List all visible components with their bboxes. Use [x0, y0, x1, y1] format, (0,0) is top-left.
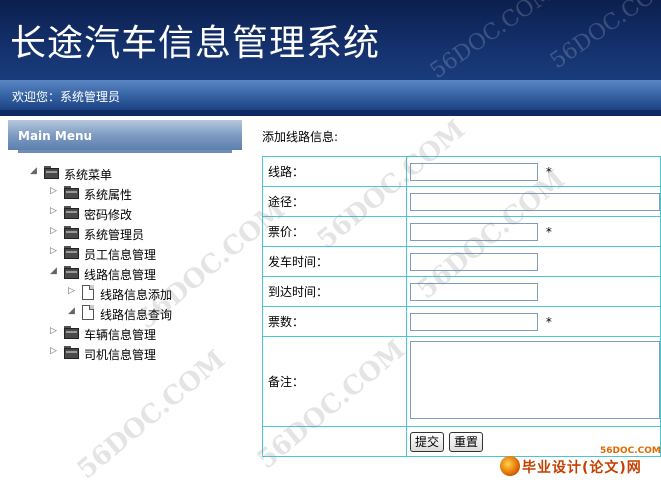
tree-label: 司机信息管理: [84, 348, 157, 362]
welcome-bar: 欢迎您：系统管理员: [0, 80, 661, 110]
folder-icon: [64, 226, 80, 239]
tree-label: 线路信息查询: [100, 308, 173, 322]
tree-label: 系统管理员: [84, 228, 145, 242]
depart-time-input[interactable]: [410, 252, 538, 271]
collapsed-arrow-icon[interactable]: ▷: [50, 206, 60, 218]
divider: [18, 150, 232, 153]
remark-textarea[interactable]: [410, 341, 660, 419]
arrive-time-input[interactable]: [410, 282, 538, 301]
field-cell: [406, 186, 661, 217]
expanded-arrow-icon[interactable]: ◢: [68, 306, 78, 318]
form-row: 线路： *: [262, 156, 661, 187]
collapsed-arrow-icon[interactable]: ▷: [68, 286, 78, 298]
field-cell: *: [406, 156, 661, 187]
folder-icon: [64, 186, 80, 199]
welcome-text: 欢迎您：系统管理员: [12, 90, 121, 104]
main-menu-title: Main Menu: [18, 129, 93, 143]
tickets-input[interactable]: [410, 312, 538, 331]
form-title: 添加线路信息:: [262, 130, 339, 144]
globe-icon: [500, 456, 520, 476]
main-menu-header: Main Menu: [8, 120, 242, 150]
via-input[interactable]: [410, 192, 660, 211]
header-banner: 长途汽车信息管理系统 56DOC.COM 56DOC.COM: [0, 0, 661, 80]
main-menu: Main Menu ◢ 系统菜单 ▷ 系统属性 ▷ 密码修改 ▷ 系统管理员 ▷…: [8, 120, 242, 480]
tree-label: 系统属性: [84, 188, 133, 202]
tree-label: 线路信息管理: [84, 268, 157, 282]
collapsed-arrow-icon[interactable]: ▷: [50, 246, 60, 258]
form-row: 票数： *: [262, 306, 661, 337]
folder-icon: [44, 166, 60, 179]
field-cell: [406, 246, 661, 277]
field-cell: [406, 336, 661, 427]
field-cell: [406, 276, 661, 307]
collapsed-arrow-icon[interactable]: ▷: [50, 326, 60, 338]
app-title: 长途汽车信息管理系统: [10, 23, 381, 64]
logo-text: 毕业设计(论文)网: [522, 460, 642, 476]
expanded-arrow-icon[interactable]: ◢: [50, 266, 60, 278]
collapsed-arrow-icon[interactable]: ▷: [50, 186, 60, 198]
form-row: 途径：: [262, 186, 661, 217]
header-watermark: 56DOC.COM: [425, 0, 559, 80]
form-row: 发车时间：: [262, 246, 661, 277]
field-cell: *: [406, 306, 661, 337]
folder-icon: [64, 326, 80, 339]
field-label: 途径：: [262, 186, 407, 217]
content-panel: 添加线路信息: 线路： * 途径： 票价： * 发车时间： 到达时间： 票数： …: [252, 118, 661, 480]
route-input[interactable]: [410, 162, 538, 181]
required-mark: *: [545, 224, 552, 239]
tree-label: 密码修改: [84, 208, 133, 222]
collapsed-arrow-icon[interactable]: ▷: [50, 346, 60, 358]
reset-button[interactable]: 重置: [449, 431, 484, 452]
empty-cell: [262, 426, 407, 457]
header-watermark: 56DOC.COM: [545, 0, 661, 75]
logo-site: 56DOC.COM: [600, 446, 661, 456]
submit-button[interactable]: 提交: [410, 431, 445, 452]
required-mark: *: [545, 314, 552, 329]
field-label: 备注：: [262, 336, 407, 427]
tree-label: 车辆信息管理: [84, 328, 157, 342]
folder-icon: [64, 266, 80, 279]
collapsed-arrow-icon[interactable]: ▷: [50, 226, 60, 238]
route-form: 线路： * 途径： 票价： * 发车时间： 到达时间： 票数： * 备注： 提交…: [262, 156, 661, 457]
form-row: 到达时间：: [262, 276, 661, 307]
field-label: 票数：: [262, 306, 407, 337]
field-label: 发车时间：: [262, 246, 407, 277]
form-row: 备注：: [262, 336, 661, 427]
folder-icon: [64, 246, 80, 259]
field-label: 票价：: [262, 216, 407, 247]
site-logo: 56DOC.COM 毕业设计(论文)网: [492, 446, 661, 480]
required-mark: *: [545, 164, 552, 179]
folder-icon: [64, 206, 80, 219]
field-cell: *: [406, 216, 661, 247]
document-icon: [82, 305, 94, 320]
divider: [0, 110, 661, 116]
form-row: 票价： *: [262, 216, 661, 247]
expanded-arrow-icon[interactable]: ◢: [30, 166, 40, 178]
tree-label: 系统菜单: [64, 168, 113, 182]
tree-label: 线路信息添加: [100, 288, 173, 302]
folder-icon: [64, 346, 80, 359]
tree-label: 员工信息管理: [84, 248, 157, 262]
field-label: 线路：: [262, 156, 407, 187]
field-label: 到达时间：: [262, 276, 407, 307]
document-icon: [82, 285, 94, 300]
price-input[interactable]: [410, 222, 538, 241]
